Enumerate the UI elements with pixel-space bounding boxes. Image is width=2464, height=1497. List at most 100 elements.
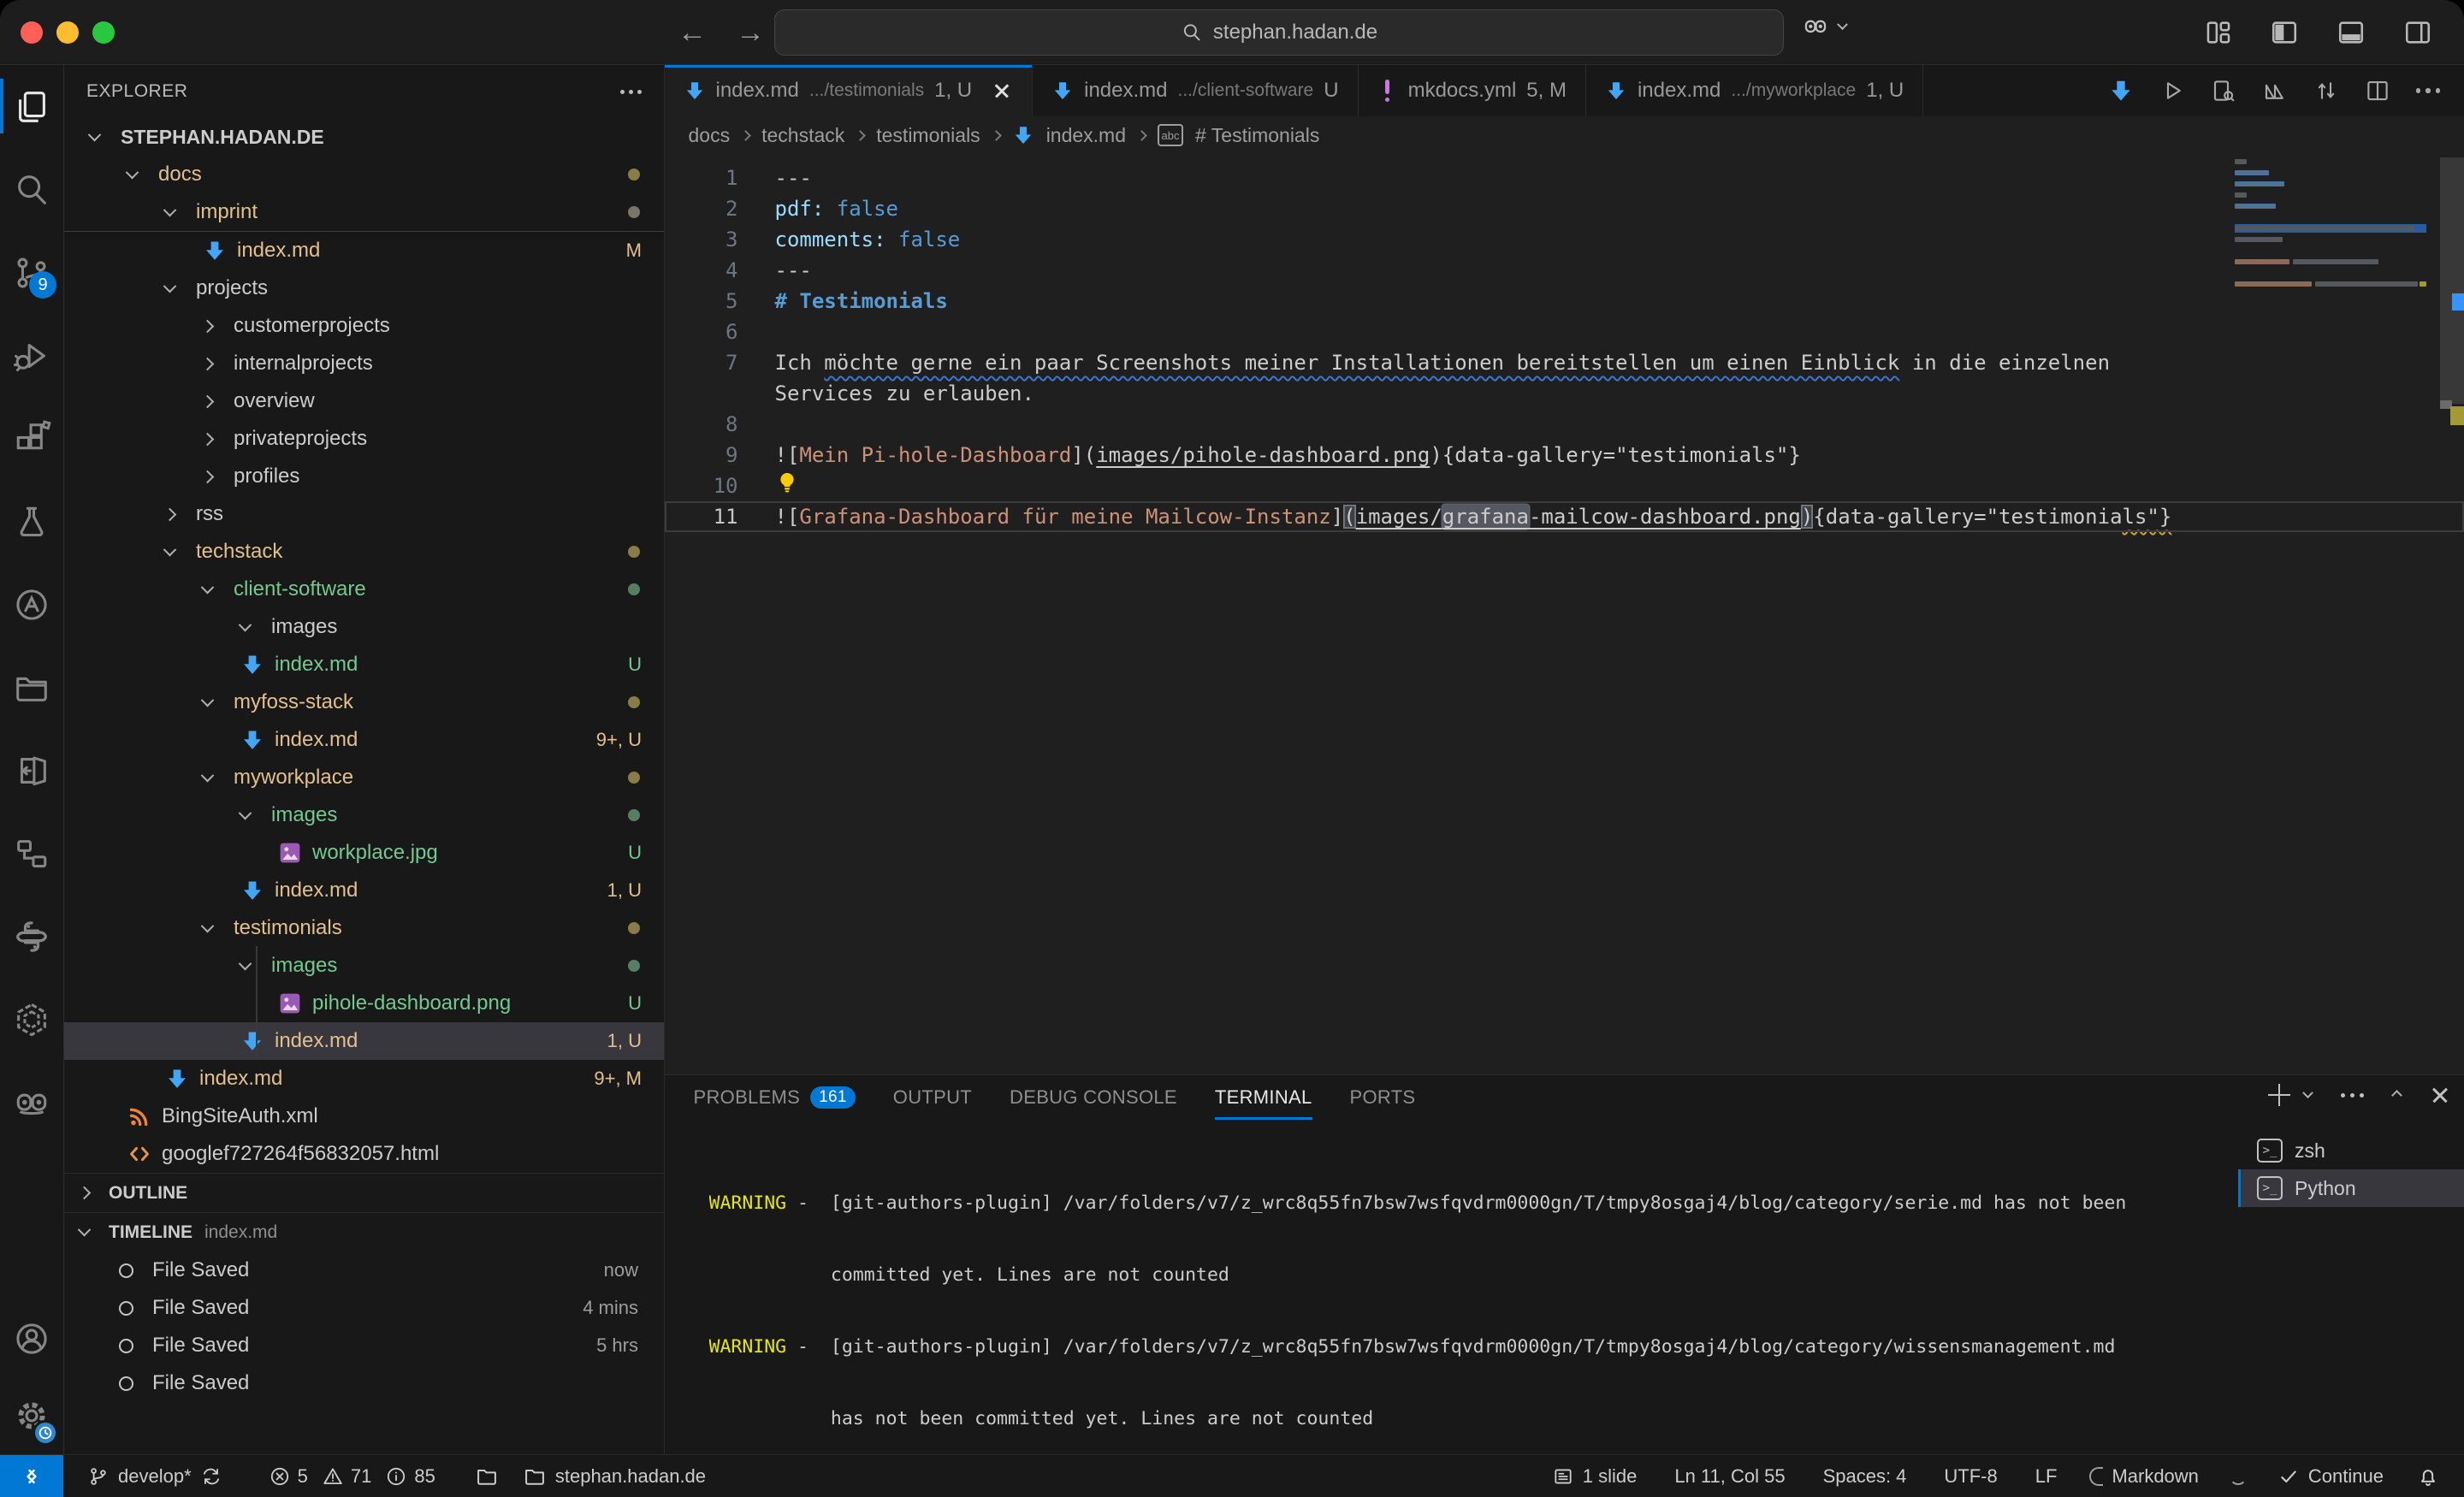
branch-indicator[interactable]: develop* xyxy=(75,1455,234,1497)
outline-section-header[interactable]: OUTLINE xyxy=(64,1173,664,1212)
terminal-dropdown-icon[interactable] xyxy=(2302,1087,2313,1098)
minimap[interactable] xyxy=(2235,159,2438,293)
org-chart-extension-icon[interactable] xyxy=(0,812,63,895)
remote-indicator[interactable] xyxy=(0,1455,63,1497)
continue-indicator[interactable]: Continue xyxy=(2266,1455,2396,1497)
tab-mkdocs-yml[interactable]: mkdocs.yml 5, M xyxy=(1359,65,1586,116)
eol-indicator[interactable]: LF xyxy=(2023,1455,2070,1497)
tree-root[interactable]: STEPHAN.HADAN.DE xyxy=(64,118,664,156)
tree-folder-myfoss-stack[interactable]: myfoss-stack xyxy=(64,683,664,721)
python-extension-icon[interactable] xyxy=(0,895,63,978)
scrollbar[interactable] xyxy=(2440,154,2464,1074)
timeline-item[interactable]: File Saved xyxy=(64,1364,664,1402)
lightbulb-icon[interactable] xyxy=(775,470,799,494)
tree-folder-techstack[interactable]: techstack xyxy=(64,533,664,571)
scrollbar-thumb[interactable] xyxy=(2440,157,2464,404)
extensions-activity-icon[interactable] xyxy=(0,397,63,480)
source-control-activity-icon[interactable]: 9 xyxy=(0,231,63,314)
tree-folder-privateprojects[interactable]: privateprojects xyxy=(64,420,664,458)
breadcrumb-item[interactable]: # Testimonials xyxy=(1195,124,1319,147)
more-actions-icon[interactable] xyxy=(2416,88,2441,93)
indentation-indicator[interactable]: Spaces: 4 xyxy=(1811,1455,1919,1497)
panel-more-icon[interactable] xyxy=(2341,1093,2364,1098)
timeline-item[interactable]: File Saved4 mins xyxy=(64,1289,664,1327)
tab-problems[interactable]: PROBLEMS161 xyxy=(694,1075,856,1120)
terminal-item-zsh[interactable]: >_ zsh xyxy=(2238,1132,2464,1169)
run-debug-activity-icon[interactable] xyxy=(0,314,63,397)
editor-layout-indicator[interactable] xyxy=(463,1455,511,1497)
tree-file-imprint-index[interactable]: index.mdM xyxy=(64,232,664,269)
forward-icon[interactable]: → xyxy=(736,16,765,50)
tree-folder-customerprojects[interactable]: customerprojects xyxy=(64,307,664,345)
breadcrumb-item[interactable]: docs xyxy=(689,124,731,147)
tree-file-bingsiteauth[interactable]: BingSiteAuth.xml xyxy=(64,1098,664,1135)
tree-folder-mw-images[interactable]: images xyxy=(64,796,664,834)
explorer-activity-icon[interactable] xyxy=(0,65,63,148)
split-editor-icon[interactable] xyxy=(2365,78,2390,104)
folder-extension-icon[interactable] xyxy=(0,646,63,729)
tab-ports[interactable]: PORTS xyxy=(1350,1075,1416,1120)
tree-file-workplace-jpg[interactable]: workplace.jpgU xyxy=(64,834,664,872)
back-icon[interactable]: ← xyxy=(678,16,707,50)
terminal-output[interactable]: WARNING - [git-authors-plugin] /var/fold… xyxy=(709,1144,2225,1447)
command-center[interactable]: stephan.hadan.de xyxy=(774,9,1784,56)
toggle-secondary-sidebar-icon[interactable] xyxy=(2402,18,2433,47)
breadcrumb-item[interactable]: techstack xyxy=(761,124,844,147)
cursor-position-indicator[interactable]: Ln 11, Col 55 xyxy=(1662,1455,1797,1497)
exit-door-extension-icon[interactable] xyxy=(0,729,63,812)
minimize-window-button[interactable] xyxy=(56,21,79,44)
circle-a-extension-icon[interactable] xyxy=(0,563,63,646)
tree-folder-docs[interactable]: docs xyxy=(64,156,664,193)
breadcrumb-item[interactable]: index.md xyxy=(1046,124,1126,147)
tab-terminal[interactable]: TERMINAL xyxy=(1215,1075,1312,1120)
copilot-chat-activity-icon[interactable] xyxy=(0,1061,63,1144)
workspace-indicator[interactable]: stephan.hadan.de xyxy=(511,1455,718,1497)
tree-file-google-html[interactable]: googlef727264f56832057.html xyxy=(64,1135,664,1173)
tree-file-myfoss-index[interactable]: index.md9+, U xyxy=(64,721,664,759)
language-mode-indicator[interactable]: Markdown xyxy=(2077,1455,2210,1497)
search-activity-icon[interactable] xyxy=(0,148,63,231)
testing-activity-icon[interactable] xyxy=(0,480,63,563)
tab-index-client-software[interactable]: index.md .../client-software U xyxy=(1033,65,1358,116)
close-panel-icon[interactable] xyxy=(2430,1085,2450,1105)
notifications-indicator[interactable] xyxy=(2404,1455,2452,1497)
tree-folder-testimonials[interactable]: testimonials xyxy=(64,909,664,947)
tree-folder-internalprojects[interactable]: internalprojects xyxy=(64,345,664,382)
tab-index-testimonials[interactable]: index.md .../testimonials 1, U xyxy=(665,65,1034,116)
slides-icon[interactable] xyxy=(2262,78,2288,104)
tree-folder-profiles[interactable]: profiles xyxy=(64,458,664,495)
zoom-window-button[interactable] xyxy=(92,21,115,44)
tree-folder-tm-images[interactable]: images xyxy=(64,947,664,985)
tree-folder-overview[interactable]: overview xyxy=(64,382,664,420)
tree-file-mw-index[interactable]: index.md1, U xyxy=(64,872,664,909)
timeline-item[interactable]: File Savednow xyxy=(64,1251,664,1289)
timeline-item[interactable]: File Saved5 hrs xyxy=(64,1327,664,1364)
tree-file-pihole-png[interactable]: pihole-dashboard.pngU xyxy=(64,985,664,1022)
toggle-panel-icon[interactable] xyxy=(2336,18,2366,47)
timeline-section-header[interactable]: TIMELINE index.md xyxy=(64,1212,664,1251)
toggle-primary-sidebar-icon[interactable] xyxy=(2269,18,2300,47)
tree-file-tm-index-selected[interactable]: index.md1, U xyxy=(64,1022,664,1060)
sync-scroll-icon[interactable] xyxy=(2313,78,2339,104)
tree-folder-client-software[interactable]: client-software xyxy=(64,571,664,608)
close-icon[interactable] xyxy=(991,80,1013,102)
settings-gear-icon[interactable] xyxy=(0,1377,63,1454)
markdown-open-preview-icon[interactable] xyxy=(2108,78,2134,104)
copilot-menu[interactable] xyxy=(1801,12,1846,41)
breadcrumb-item[interactable]: testimonials xyxy=(876,124,980,147)
tab-debug-console[interactable]: DEBUG CONSOLE xyxy=(1010,1075,1177,1120)
customize-layout-icon[interactable] xyxy=(2204,18,2233,47)
tree-folder-myworkplace[interactable]: myworkplace xyxy=(64,759,664,796)
tree-folder-rss[interactable]: rss xyxy=(64,495,664,533)
slides-indicator[interactable]: 1 slide xyxy=(1540,1455,1650,1497)
close-window-button[interactable] xyxy=(21,21,43,44)
accounts-icon[interactable] xyxy=(0,1300,63,1377)
tab-index-myworkplace[interactable]: index.md .../myworkplace 1, U xyxy=(1586,65,1923,116)
editor-pane[interactable]: 1--- 2pdf: false 3comments: false 4--- 5… xyxy=(665,154,2464,1074)
encoding-indicator[interactable]: UTF-8 xyxy=(1932,1455,2009,1497)
tree-folder-projects[interactable]: projects xyxy=(64,269,664,307)
tab-output[interactable]: OUTPUT xyxy=(893,1075,972,1120)
tree-file-docs-index[interactable]: index.md9+, M xyxy=(64,1060,664,1098)
terminal-item-python[interactable]: >_ Python xyxy=(2238,1169,2464,1207)
run-icon[interactable] xyxy=(2159,78,2185,104)
